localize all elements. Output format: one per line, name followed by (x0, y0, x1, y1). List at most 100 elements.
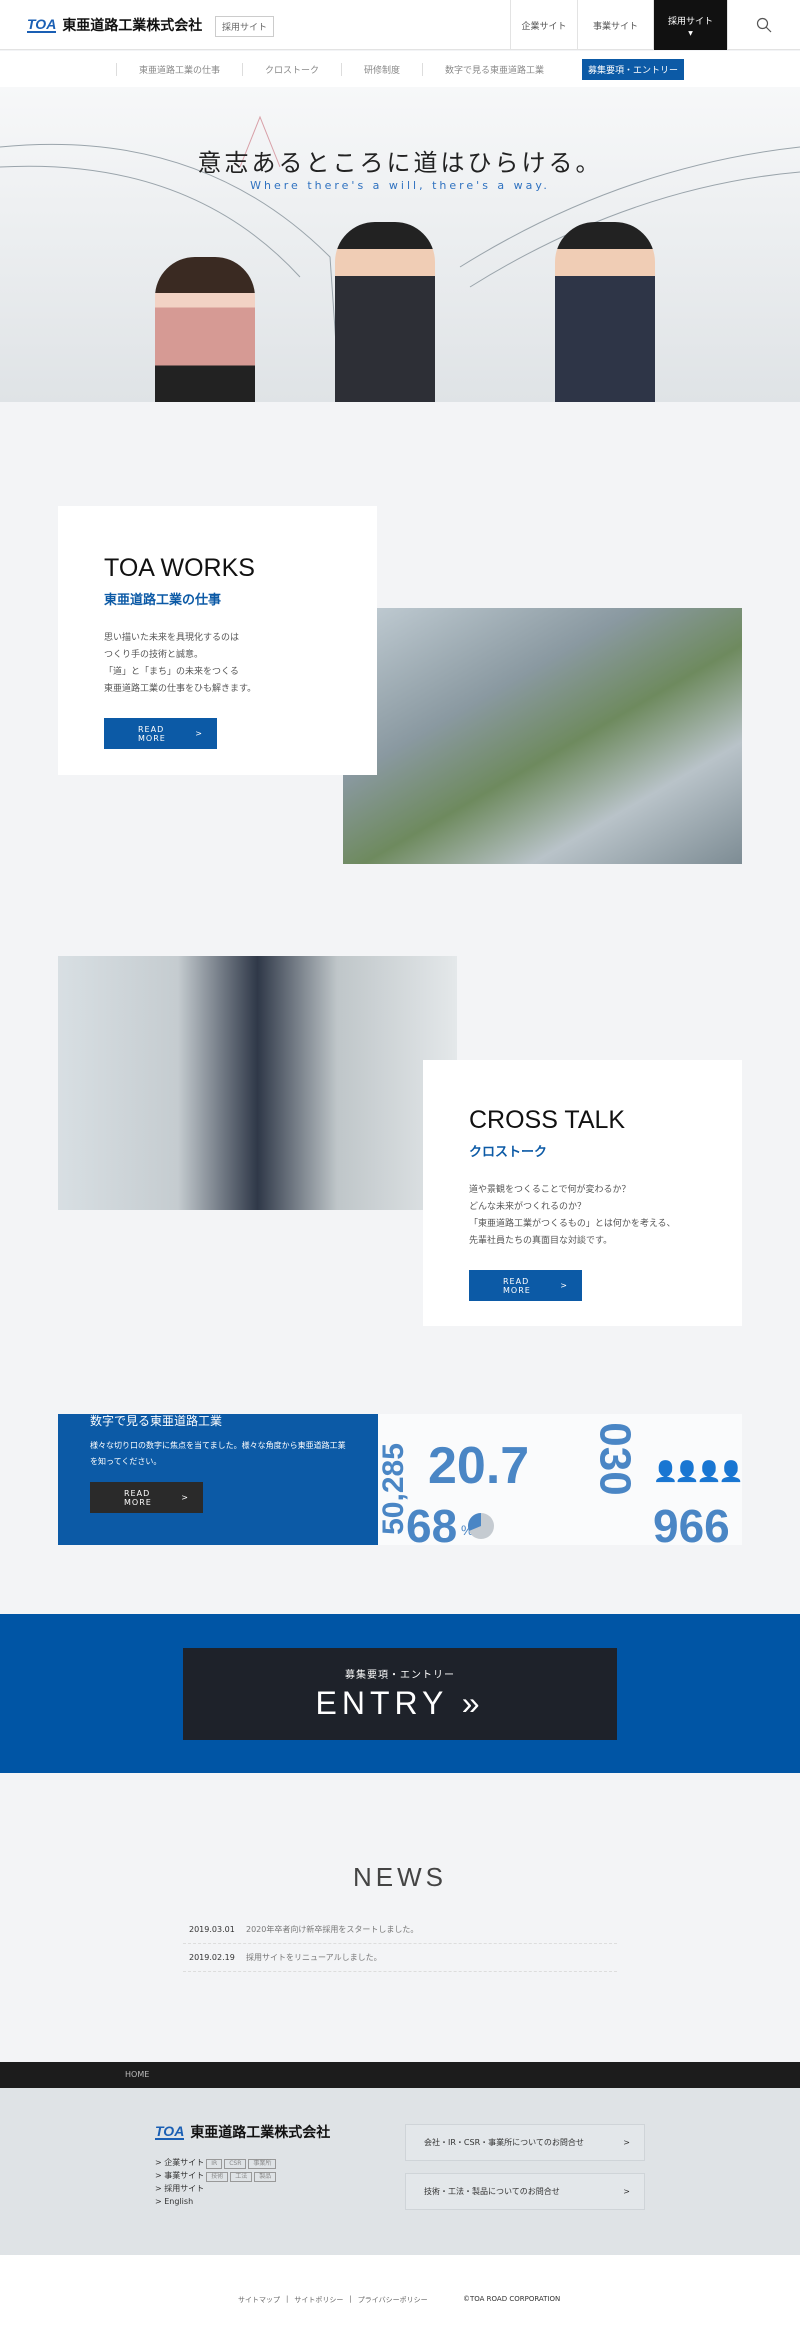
works-title-en: TOA WORKS (104, 554, 255, 582)
toa-logo-mark: TOA (27, 16, 57, 33)
news-item[interactable]: 2019.02.19 採用サイトをリニューアルしました。 (183, 1944, 617, 1972)
subnav-crosstalk[interactable]: クロストーク (241, 62, 341, 76)
numbers-read-more-button[interactable]: READ MORE > (90, 1482, 203, 1513)
chevron-right-icon: > (560, 1281, 568, 1290)
link-label: 事業サイト (164, 2171, 205, 2180)
subnav-entry[interactable]: 募集要項・エントリー (582, 58, 685, 80)
footer-bottom: サイトマップ | サイトポリシー | プライバシーポリシー ©TOA ROAD CO… (0, 2255, 800, 2337)
news-text: 2020年卒者向け新卒採用をスタートしました。 (246, 1925, 419, 1934)
numbers-infographic: 50,285 20.7 030 68 % 966 👤👤👤👤 (378, 1414, 742, 1545)
crosstalk-title-en: CROSS TALK (469, 1106, 626, 1134)
crosstalk-card: CROSS TALK クロストーク 道や景観をつくることで何が変わるか？ どんな… (423, 1060, 742, 1326)
news-date: 2019.03.01 (189, 1925, 235, 1934)
crosstalk-description: 道や景観をつくることで何が変わるか？ どんな未来がつくれるのか？ 「東亜道路工業… (469, 1185, 676, 1246)
contact-label: 技術・工法・製品についてのお問合せ (424, 2187, 560, 2196)
tag-products[interactable]: 製品 (254, 2172, 277, 2182)
employee-photo (155, 257, 255, 402)
nav-corporate-site[interactable]: 企業サイト (510, 0, 577, 50)
breadcrumb: HOME (0, 2062, 800, 2088)
hero-subtitle: Where there's a will, there's a way. (250, 179, 550, 192)
link-label: 採用サイト (164, 2184, 205, 2193)
figure: 68 (406, 1500, 458, 1545)
footer-link-business[interactable]: > 事業サイト 技術 工法 製品 (155, 2169, 277, 2182)
works-card: TOA WORKS 東亜道路工業の仕事 思い描いた未来を具現化するのは つくり手… (58, 506, 377, 775)
employee-photo (555, 222, 655, 402)
crosstalk-title-ja: クロストーク (469, 1145, 548, 1160)
highway-photo (343, 608, 742, 864)
works-description: 思い描いた未来を具現化するのは つくり手の技術と誠意。 「道」と「まち」の未来を… (104, 633, 257, 694)
news-title: NEWS (353, 1862, 447, 1892)
contact-label: 会社・IR・CSR・事業所についてのお問合せ (424, 2138, 584, 2147)
nav-business-site[interactable]: 事業サイト (577, 0, 653, 50)
crosstalk-group-photo (58, 956, 457, 1210)
chevron-right-icon: > (623, 2187, 630, 2196)
numbers-description: 様々な切り口の数字に焦点を当てました。様々な角度から東亜道路工業を知ってください… (90, 1441, 346, 1466)
entry-title: ENTRY (315, 1685, 448, 1721)
privacy-policy-link[interactable]: プライバシーポリシー (358, 2295, 428, 2305)
site-footer: TOA 東亜道路工業株式会社 > 企業サイト IR CSR 事業所 > 事業サイト 技術… (0, 2088, 800, 2255)
numbers-title: 数字で見る東亜道路工業 (90, 1414, 223, 1428)
tag-technology[interactable]: 技術 (206, 2172, 229, 2182)
news-text: 採用サイトをリニューアルしました。 (246, 1953, 382, 1962)
figure: 20.7 (428, 1437, 530, 1495)
nav-recruit-site[interactable]: 採用サイト ▼ (653, 0, 727, 50)
tag-methods[interactable]: 工法 (230, 2172, 253, 2182)
pie-chart-icon (468, 1513, 494, 1539)
copyright: ©TOA ROAD CORPORATION (463, 2295, 561, 2303)
link-label: 企業サイト (164, 2158, 205, 2167)
button-label: READ MORE (138, 724, 166, 743)
chevron-right-icon: > (195, 729, 203, 738)
entry-label: 募集要項・エントリー (345, 1670, 455, 1681)
employee-photo (335, 222, 435, 402)
caret-down-icon: ▼ (688, 29, 693, 37)
hero-banner: 意志あるところに道はひらける。 Where there's a will, th… (0, 87, 800, 402)
hero-title: 意志あるところに道はひらける。 (197, 149, 603, 177)
tag-ir[interactable]: IR (206, 2159, 223, 2169)
company-logo[interactable]: TOA 東亜道路工業株式会社 (27, 15, 202, 35)
contact-corporate-button[interactable]: 会社・IR・CSR・事業所についてのお問合せ > (405, 2124, 645, 2161)
recruit-site-badge: 採用サイト (215, 16, 275, 37)
contact-technical-button[interactable]: 技術・工法・製品についてのお問合せ > (405, 2173, 645, 2210)
nav-label: 採用サイト (667, 16, 713, 27)
site-header: TOA 東亜道路工業株式会社 採用サイト 企業サイト 事業サイト 採用サイト ▼ (0, 0, 800, 50)
search-icon (756, 17, 772, 33)
chevron-right-icon: > (181, 1493, 189, 1502)
button-label: READ MORE (503, 1276, 531, 1295)
double-chevron-right-icon: » (461, 1685, 485, 1721)
footer-link-english[interactable]: > English (155, 2195, 276, 2208)
crosstalk-read-more-button[interactable]: READ MORE > (469, 1270, 582, 1301)
chevron-right-icon: > (623, 2138, 630, 2147)
search-button[interactable] (727, 0, 800, 50)
tag-offices[interactable]: 事業所 (248, 2159, 277, 2169)
people-icon: 👤👤👤👤 (653, 1459, 742, 1483)
subnav-works[interactable]: 東亜道路工業の仕事 (115, 62, 242, 76)
news-item[interactable]: 2019.03.01 2020年卒者向け新卒採用をスタートしました。 (183, 1916, 617, 1944)
sitemap-link[interactable]: サイトマップ (238, 2295, 280, 2305)
footer-link-corporate[interactable]: > 企業サイト IR CSR 事業所 (155, 2156, 277, 2169)
entry-button[interactable]: 募集要項・エントリー ENTRY » (183, 1648, 617, 1740)
tag-csr[interactable]: CSR (224, 2159, 247, 2169)
button-label: READ MORE (124, 1488, 152, 1507)
nav-label: 企業サイト (521, 21, 567, 32)
site-policy-link[interactable]: サイトポリシー (294, 2295, 343, 2305)
breadcrumb-home[interactable]: HOME (125, 2070, 149, 2079)
news-date: 2019.02.19 (189, 1953, 235, 1962)
footer-logo[interactable]: TOA 東亜道路工業株式会社 (155, 2122, 330, 2142)
company-name: 東亜道路工業株式会社 (62, 18, 203, 34)
works-read-more-button[interactable]: READ MORE > (104, 718, 217, 749)
figure: 966 (653, 1500, 730, 1545)
figure: 030 (590, 1422, 640, 1496)
works-title-ja: 東亜道路工業の仕事 (104, 593, 222, 608)
nav-label: 事業サイト (592, 21, 638, 32)
footer-site-links: > 企業サイト IR CSR 事業所 > 事業サイト 技術 工法 製品 > 採用サイト > … (155, 2156, 277, 2208)
subnav-numbers[interactable]: 数字で見る東亜道路工業 (422, 62, 566, 76)
sub-navigation: 東亜道路工業の仕事 クロストーク 研修制度 数字で見る東亜道路工業 募集要項・エ… (0, 51, 800, 87)
separator: | (349, 2295, 352, 2303)
separator: | (286, 2295, 289, 2303)
numbers-card: 数字で見る東亜道路工業 様々な切り口の数字に焦点を当てました。様々な角度から東亜… (58, 1414, 378, 1545)
footer-link-recruit[interactable]: > 採用サイト (155, 2182, 276, 2195)
link-label: English (164, 2197, 194, 2206)
subnav-training[interactable]: 研修制度 (340, 62, 422, 76)
company-name: 東亜道路工業株式会社 (190, 2125, 331, 2141)
toa-logo-mark: TOA (155, 2123, 185, 2140)
